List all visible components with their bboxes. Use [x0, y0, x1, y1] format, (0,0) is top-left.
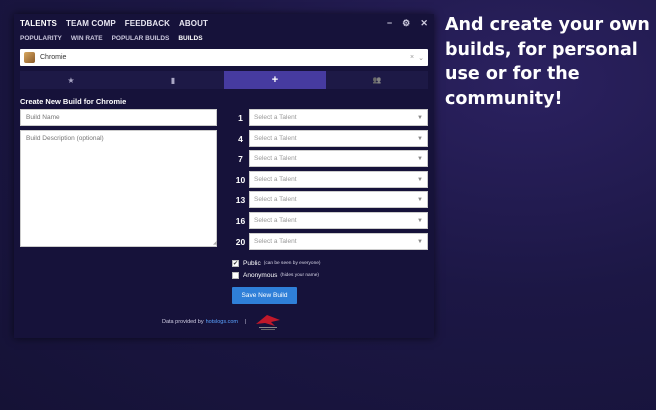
- anonymous-checkbox[interactable]: [232, 272, 239, 279]
- talent-row: 13 Select a Talent ▼: [232, 191, 428, 208]
- anonymous-note: (hides your name): [280, 273, 319, 278]
- marketing-caption: And create your own builds, for personal…: [445, 15, 650, 109]
- tab-favorites[interactable]: ★: [20, 71, 122, 89]
- talent-level: 13: [235, 194, 246, 205]
- hotslogs-link[interactable]: hotslogs.com: [206, 319, 238, 325]
- tab-create-build[interactable]: +: [224, 71, 326, 89]
- subnav-builds[interactable]: BUILDS: [178, 35, 202, 42]
- anonymous-label: Anonymous: [243, 272, 278, 279]
- talent-select[interactable]: Select a Talent ▼: [249, 130, 428, 147]
- plus-icon: +: [271, 74, 279, 86]
- save-new-build-button[interactable]: Save New Build: [232, 287, 297, 304]
- anonymous-option: Anonymous (hides your name): [232, 272, 319, 279]
- talent-level: 4: [238, 133, 243, 144]
- talent-placeholder: Select a Talent: [254, 238, 297, 245]
- talent-select[interactable]: Select a Talent ▼: [249, 171, 428, 188]
- public-option: ✔ Public (can be seen by everyone): [232, 260, 321, 267]
- chromie-portrait-icon: [24, 52, 35, 63]
- talent-select[interactable]: Select a Talent ▼: [249, 212, 428, 229]
- hero-name: Chromie: [40, 54, 67, 61]
- footer: Data provided by hotslogs.com |: [162, 312, 283, 332]
- rog-logo-icon: [256, 315, 281, 330]
- minimize-icon[interactable]: −: [387, 18, 392, 29]
- book-icon: ▮: [170, 75, 176, 85]
- window-controls: − ⚙ ✕: [387, 18, 434, 29]
- clear-icon[interactable]: ×: [410, 54, 414, 62]
- talent-placeholder: Select a Talent: [254, 176, 297, 183]
- star-icon: ★: [67, 75, 75, 85]
- footer-separator: |: [245, 319, 247, 325]
- chevron-down-icon: ▼: [417, 196, 423, 203]
- build-name-input[interactable]: [20, 109, 217, 126]
- chevron-down-icon: ▼: [417, 155, 423, 162]
- subnav-win-rate[interactable]: WIN RATE: [71, 35, 103, 42]
- talent-select[interactable]: Select a Talent ▼: [249, 233, 428, 250]
- talent-select[interactable]: Select a Talent ▼: [249, 191, 428, 208]
- build-description-input[interactable]: [20, 130, 217, 247]
- chevron-down-icon: ▼: [417, 238, 423, 245]
- sub-nav: POPULARITY WIN RATE POPULAR BUILDS BUILD…: [14, 32, 434, 44]
- settings-icon[interactable]: ⚙: [402, 18, 410, 29]
- talent-row: 4 Select a Talent ▼: [232, 130, 428, 147]
- talent-row: 1 Select a Talent ▼: [232, 109, 428, 126]
- build-tabs: ★ ▮ + 👥: [20, 71, 428, 89]
- talent-level: 1: [238, 112, 243, 123]
- talent-select[interactable]: Select a Talent ▼: [249, 109, 428, 126]
- chevron-down-icon: ▼: [417, 217, 423, 224]
- chevron-down-icon: ▼: [417, 135, 423, 142]
- talent-placeholder: Select a Talent: [254, 114, 297, 121]
- top-nav: TALENTS TEAM COMP FEEDBACK ABOUT − ⚙ ✕: [14, 14, 434, 32]
- talent-placeholder: Select a Talent: [254, 135, 297, 142]
- public-checkbox[interactable]: ✔: [232, 260, 239, 267]
- public-label: Public: [243, 260, 261, 267]
- form-title: Create New Build for Chromie: [20, 97, 127, 106]
- talent-level: 7: [238, 153, 243, 164]
- talent-row: 10 Select a Talent ▼: [232, 171, 428, 188]
- nav-talents[interactable]: TALENTS: [20, 19, 57, 28]
- talent-placeholder: Select a Talent: [254, 155, 297, 162]
- hero-select[interactable]: Chromie × ⌄: [20, 49, 428, 66]
- chevron-down-icon: ▼: [417, 114, 423, 121]
- close-icon[interactable]: ✕: [420, 18, 428, 29]
- tab-community[interactable]: 👥: [326, 71, 428, 89]
- chevron-down-icon[interactable]: ⌄: [418, 54, 424, 62]
- talent-row: 16 Select a Talent ▼: [232, 212, 428, 229]
- tab-saved-builds[interactable]: ▮: [122, 71, 224, 89]
- talent-placeholder: Select a Talent: [254, 217, 297, 224]
- talent-level: 20: [235, 236, 246, 247]
- community-icon: 👥: [372, 77, 382, 84]
- talent-row: 20 Select a Talent ▼: [232, 233, 428, 250]
- app-window: TALENTS TEAM COMP FEEDBACK ABOUT − ⚙ ✕ P…: [14, 14, 434, 338]
- talent-level: 10: [235, 174, 246, 185]
- chevron-down-icon: ▼: [417, 176, 423, 183]
- talent-placeholder: Select a Talent: [254, 196, 297, 203]
- nav-feedback[interactable]: FEEDBACK: [125, 19, 170, 28]
- nav-about[interactable]: ABOUT: [179, 19, 208, 28]
- talent-select[interactable]: Select a Talent ▼: [249, 150, 428, 167]
- talent-level: 16: [235, 215, 246, 226]
- nav-team-comp[interactable]: TEAM COMP: [66, 19, 116, 28]
- public-note: (can be seen by everyone): [263, 261, 321, 266]
- footer-prefix: Data provided by: [162, 319, 204, 325]
- subnav-popularity[interactable]: POPULARITY: [20, 35, 62, 42]
- subnav-popular-builds[interactable]: POPULAR BUILDS: [112, 35, 170, 42]
- talent-row: 7 Select a Talent ▼: [232, 150, 428, 167]
